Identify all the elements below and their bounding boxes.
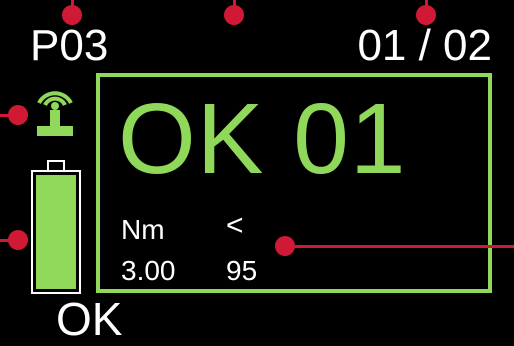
batch-counter: 01 / 02 (357, 21, 492, 70)
callout-dot (8, 105, 28, 125)
torque-value: 3.00 (121, 255, 176, 286)
status-label: OK (56, 293, 123, 345)
torque-unit: Nm (121, 214, 165, 245)
comparison-symbol: < (226, 209, 244, 242)
wireless-signal-icon (31, 79, 79, 141)
callout-dot (8, 230, 28, 250)
callout-dot (224, 5, 244, 25)
result-label: OK 01 (118, 83, 407, 195)
battery-level-fill (36, 175, 76, 289)
program-label: P03 (30, 21, 109, 70)
callout-dot (62, 5, 82, 25)
battery-icon (28, 159, 84, 296)
callout-dot (416, 5, 436, 25)
angle-value: 95 (226, 255, 258, 286)
callout-dot (275, 236, 295, 256)
callout-line (287, 245, 514, 248)
